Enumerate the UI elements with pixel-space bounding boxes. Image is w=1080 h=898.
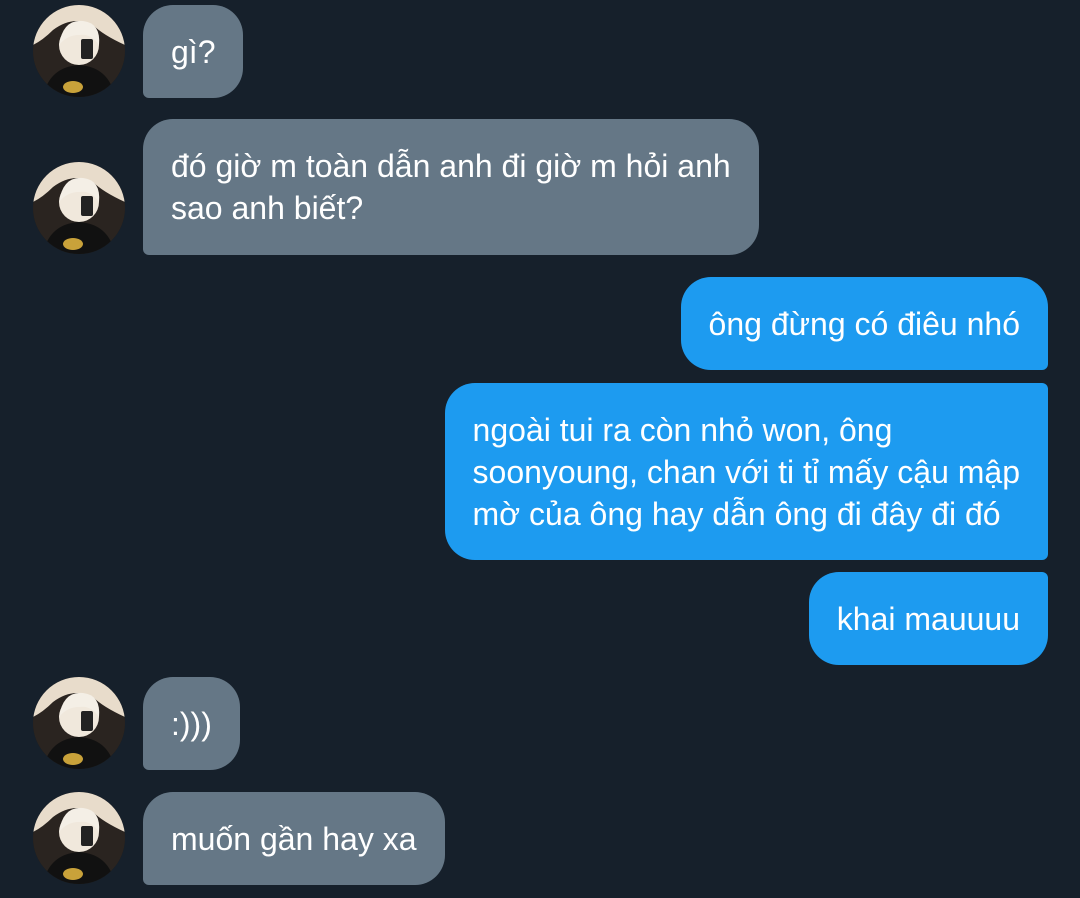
outgoing-message-bubble[interactable]: khai mauuuu (808, 572, 1048, 665)
incoming-message-bubble[interactable]: gì? (143, 5, 244, 98)
incoming-message-bubble[interactable]: :))) (143, 677, 240, 770)
avatar[interactable] (33, 162, 125, 254)
avatar[interactable] (33, 792, 125, 884)
avatar[interactable] (33, 677, 125, 769)
incoming-message-bubble[interactable]: muốn gần hay xa (143, 792, 445, 885)
outgoing-message-bubble[interactable]: ông đừng có điêu nhó (680, 277, 1048, 370)
outgoing-message-bubble[interactable]: ngoài tui ra còn nhỏ won, ông soonyoung,… (444, 383, 1048, 560)
avatar[interactable] (33, 5, 125, 97)
incoming-message-bubble[interactable]: đó giờ m toàn dẫn anh đi giờ m hỏi anh s… (143, 119, 759, 255)
